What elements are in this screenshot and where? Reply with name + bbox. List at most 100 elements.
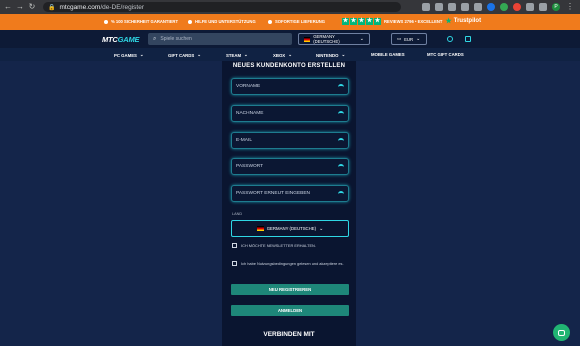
terms-checkbox[interactable]: [232, 261, 237, 266]
banner-support-text: HILFE UND UNTERSTÜTZUNG: [195, 19, 256, 24]
trustpilot-stars: ★ ★ ★ ★ ★: [342, 17, 381, 25]
sidebar-icon[interactable]: [539, 3, 547, 11]
password-confirm-input[interactable]: [236, 191, 336, 196]
newsletter-row[interactable]: ICH MÖCHTE NEWSLETTER ERHALTEN.: [232, 242, 316, 249]
nav-label: XBOX: [273, 52, 286, 58]
password-input[interactable]: [236, 164, 336, 169]
reload-icon[interactable]: ↻: [27, 2, 37, 12]
nav-mtc-gift-cards[interactable]: MTC GIFT CARDS: [427, 52, 464, 57]
search-input[interactable]: [160, 36, 281, 42]
login-button[interactable]: ANMELDEN: [231, 305, 349, 316]
url-path: /de-DE/register: [100, 3, 145, 11]
country-value: GERMANY (DEUTSCHE): [313, 34, 340, 44]
email-field[interactable]: [231, 132, 349, 149]
terms-label: Ich habe Nutzungsbedingungen gelesen und…: [241, 261, 344, 266]
firstname-field[interactable]: [231, 78, 349, 95]
newsletter-checkbox[interactable]: [232, 243, 237, 248]
trustpilot-text: Trustpilot: [453, 18, 482, 24]
terms-row[interactable]: Ich habe Nutzungsbedingungen gelesen und…: [232, 260, 344, 267]
country-select-value: GERMANY (DEUTSCHE): [266, 226, 317, 231]
firstname-input[interactable]: [236, 84, 336, 89]
trustpilot-logo: ★ Trustpilot: [445, 17, 481, 25]
banner-support: HILFE UND UNTERSTÜTZUNG: [188, 19, 256, 24]
logo-game: GAME: [117, 35, 140, 44]
password-field[interactable]: [231, 158, 349, 175]
back-icon[interactable]: ←: [3, 2, 13, 12]
nav-gift-cards[interactable]: GIFT CARDS ⌄: [168, 52, 201, 58]
field-indicator-icon: [338, 164, 344, 169]
chat-button[interactable]: [553, 324, 570, 341]
search-box[interactable]: ⌕: [148, 33, 292, 45]
extension-blue-icon[interactable]: [487, 3, 495, 11]
country-select[interactable]: GERMANY (DEUTSCHE) ⌄: [231, 220, 349, 237]
password-confirm-field[interactable]: [231, 185, 349, 202]
chevron-down-icon: ⌄: [341, 52, 346, 57]
lastname-input[interactable]: [236, 111, 336, 116]
chat-bubble-icon: [558, 329, 565, 336]
star-icon: ★: [358, 17, 365, 25]
nav-label: STEAM: [226, 52, 242, 58]
support-icon: [188, 19, 192, 24]
bookmark-star-icon[interactable]: [461, 3, 469, 11]
address-bar[interactable]: 🔒 mtcgame.com/de-DE/register: [43, 2, 401, 12]
chevron-down-icon: ⌄: [319, 225, 324, 232]
nav-xbox[interactable]: XBOX ⌄: [273, 52, 292, 58]
search-icon[interactable]: ⌕: [153, 36, 156, 43]
page-title: NEUES KUNDENKONTO ERSTELLEN: [232, 63, 346, 69]
nav-steam[interactable]: STEAM ⌄: [226, 52, 248, 58]
user-icon[interactable]: [447, 36, 453, 42]
star-icon: ★: [350, 17, 357, 25]
forward-icon[interactable]: →: [15, 2, 25, 12]
zoom-icon[interactable]: [435, 3, 443, 11]
field-indicator-icon: [338, 191, 344, 196]
nav-pc-games[interactable]: PC GAMES ⌄: [114, 52, 144, 58]
puzzle-icon[interactable]: [526, 3, 534, 11]
register-card: NEUES KUNDENKONTO ERSTELLEN LAND GERMANY…: [222, 61, 356, 346]
lock-icon: 🔒: [48, 4, 56, 11]
extension-icon[interactable]: [474, 3, 482, 11]
country-selector[interactable]: GERMANY (DEUTSCHE) ⌄: [298, 33, 370, 45]
cart-icon[interactable]: [465, 36, 471, 42]
country-label: LAND: [232, 212, 243, 216]
extension-green-icon[interactable]: [500, 3, 508, 11]
site-logo[interactable]: MTCGAME: [102, 35, 140, 44]
register-button[interactable]: NEU REGISTRIEREN: [231, 284, 349, 295]
germany-flag-icon: [304, 36, 311, 42]
share-icon[interactable]: [448, 3, 456, 11]
chevron-down-icon: ⌄: [288, 52, 292, 57]
germany-flag-icon: [256, 226, 264, 231]
chevron-down-icon: ⌄: [197, 52, 201, 57]
field-indicator-icon: [338, 111, 344, 116]
url-host: mtcgame.com: [59, 3, 101, 11]
star-icon: ★: [342, 17, 349, 25]
nav-label: NINTENDO: [316, 52, 339, 58]
field-indicator-icon: [338, 84, 344, 89]
extension-red-icon[interactable]: [513, 3, 521, 11]
field-indicator-icon: [338, 138, 344, 143]
nav-label: GIFT CARDS: [168, 52, 195, 58]
logo-mtc: MTC: [102, 35, 118, 44]
nav-label: MOBILE GAMES: [371, 52, 405, 57]
connect-with-title: VERBINDEN MIT: [263, 331, 315, 338]
email-input[interactable]: [236, 138, 336, 143]
chevron-down-icon: ⌄: [359, 36, 364, 42]
lastname-field[interactable]: [231, 105, 349, 122]
chevron-down-icon: ⌄: [139, 52, 144, 57]
translate-icon[interactable]: [422, 3, 430, 11]
trustpilot-rating[interactable]: ★ ★ ★ ★ ★ REVIEWS 2796 • EXCELLENT ★ Trus…: [342, 17, 481, 25]
browser-toolbar: ← → ↻ 🔒 mtcgame.com/de-DE/register P ⋮: [0, 0, 580, 14]
shield-icon: [104, 19, 108, 24]
main-nav: PC GAMES ⌄ GIFT CARDS ⌄ STEAM ⌄ XBOX ⌄ NINTE…: [0, 48, 580, 61]
chevron-down-icon: ⌄: [416, 36, 421, 42]
profile-avatar[interactable]: P: [552, 3, 560, 11]
nav-label: PC GAMES: [114, 52, 137, 58]
nav-nintendo[interactable]: NINTENDO ⌄: [316, 52, 345, 58]
currency-selector[interactable]: ▭ EUR ⌄: [391, 33, 427, 45]
banner-delivery-text: SOFORTIGE LIEFERUNG: [275, 19, 326, 24]
banner-security-text: % 100 SICHERHEIT GARANTIERT: [111, 19, 179, 24]
banner-delivery: SOFORTIGE LIEFERUNG: [268, 19, 325, 24]
newsletter-label: ICH MÖCHTE NEWSLETTER ERHALTEN.: [241, 243, 316, 248]
menu-icon[interactable]: ⋮: [565, 2, 575, 12]
promo-banner: % 100 SICHERHEIT GARANTIERT HILFE UND UN…: [0, 14, 580, 30]
nav-mobile-games[interactable]: MOBILE GAMES: [371, 52, 405, 57]
